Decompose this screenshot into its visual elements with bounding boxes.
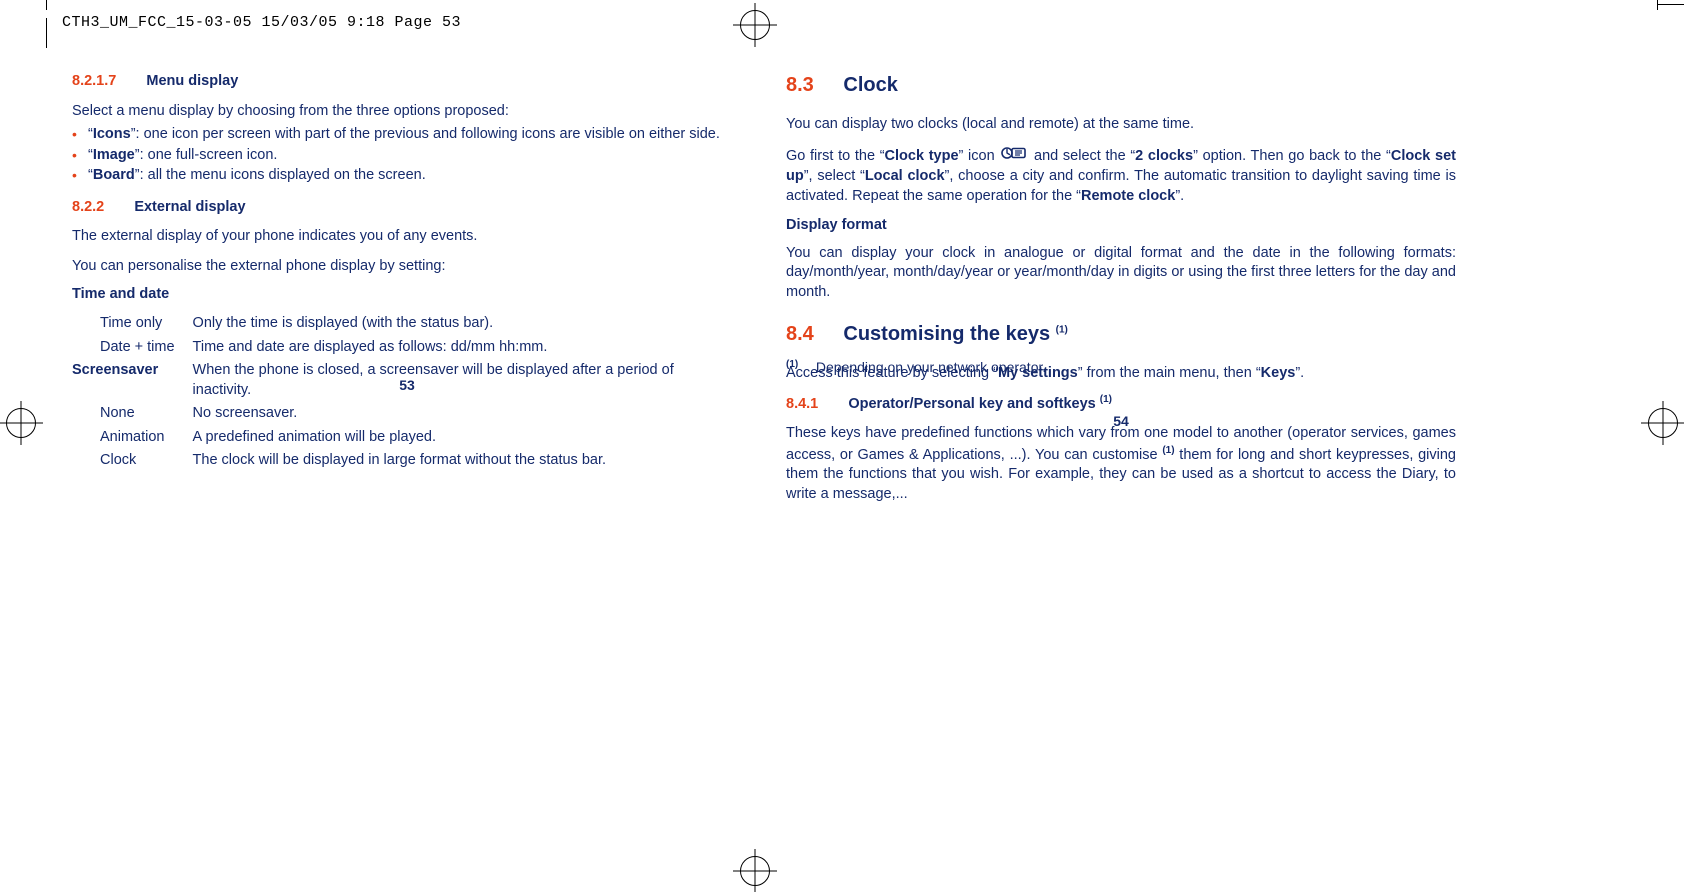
- page-right: 8.3 Clock You can display two clocks (lo…: [786, 72, 1456, 515]
- def-term: Animation: [72, 428, 193, 448]
- paragraph: Select a menu display by choosing from t…: [72, 102, 742, 122]
- registration-mark-icon: [740, 856, 770, 886]
- def-desc: No screensaver.: [193, 404, 742, 424]
- def-term: Clock: [72, 451, 193, 471]
- table-row: None No screensaver.: [72, 404, 742, 424]
- footnote-ref: (1): [1162, 445, 1174, 456]
- registration-mark-icon: [6, 408, 36, 438]
- section-title: Operator/Personal key and softkeys (1): [848, 396, 1112, 412]
- crop-mark: [46, 0, 47, 10]
- paragraph: These keys have predefined functions whi…: [786, 424, 1456, 504]
- bullet-icon: •: [72, 146, 88, 164]
- section-number: 8.3: [786, 74, 814, 96]
- table-row: Date + time Time and date are displayed …: [72, 338, 742, 358]
- def-desc: Only the time is displayed (with the sta…: [193, 314, 742, 334]
- bullet-text: “Board”: all the menu icons displayed on…: [88, 166, 426, 186]
- footnote-mark: (1): [786, 358, 812, 372]
- page-number-right: 54: [786, 412, 1456, 431]
- list-item: • “Image”: one full-screen icon.: [72, 146, 742, 166]
- def-term: None: [72, 404, 193, 424]
- print-slug: CTH3_UM_FCC_15-03-05 15/03/05 9:18 Page …: [62, 14, 461, 31]
- paragraph-clock-type: Go first to the “Clock type” icon and se…: [786, 145, 1456, 207]
- bullet-list: • “Icons”: one icon per screen with part…: [72, 125, 742, 186]
- section-number: 8.4.1: [786, 396, 818, 412]
- section-title: Clock: [843, 74, 897, 96]
- def-desc: Time and date are displayed as follows: …: [193, 338, 742, 358]
- table-row: Animation A predefined animation will be…: [72, 428, 742, 448]
- paragraph: You can display two clocks (local and re…: [786, 115, 1456, 135]
- footnote-ref: (1): [1100, 394, 1112, 405]
- heading-8-2-1-7: 8.2.1.7 Menu display: [72, 72, 742, 92]
- registration-mark-icon: [1648, 408, 1678, 438]
- page-number-left: 53: [72, 376, 742, 395]
- heading-8-4: 8.4 Customising the keys (1): [786, 321, 1456, 348]
- def-term: Date + time: [72, 338, 193, 358]
- table-row: Time only Only the time is displayed (wi…: [72, 314, 742, 334]
- bullet-icon: •: [72, 166, 88, 184]
- footnote-text: Depending on your network operator.: [816, 359, 1046, 375]
- def-desc: A predefined animation will be played.: [193, 428, 742, 448]
- clock-type-icon: [1001, 145, 1027, 168]
- heading-8-3: 8.3 Clock: [786, 72, 1456, 99]
- def-term: Time only: [72, 314, 193, 334]
- bullet-icon: •: [72, 125, 88, 143]
- paragraph: You can personalise the external phone d…: [72, 257, 742, 277]
- heading-8-2-2: 8.2.2 External display: [72, 198, 742, 218]
- crop-mark: [1657, 0, 1658, 10]
- page-left: 8.2.1.7 Menu display Select a menu displ…: [72, 72, 742, 479]
- paragraph: You can display your clock in analogue o…: [786, 244, 1456, 303]
- registration-mark-icon: [740, 10, 770, 40]
- bullet-text: “Image”: one full-screen icon.: [88, 146, 277, 166]
- section-title: Menu display: [146, 73, 238, 89]
- list-item: • “Icons”: one icon per screen with part…: [72, 125, 742, 145]
- section-number: 8.2.1.7: [72, 73, 116, 89]
- crop-mark: [46, 18, 47, 48]
- def-desc: The clock will be displayed in large for…: [193, 451, 742, 471]
- paragraph: The external display of your phone indic…: [72, 227, 742, 247]
- bullet-text: “Icons”: one icon per screen with part o…: [88, 125, 720, 145]
- sub-heading-time-and-date: Time and date: [72, 285, 742, 305]
- section-number: 8.2.2: [72, 199, 104, 215]
- footnote: (1) Depending on your network operator.: [786, 358, 1456, 377]
- crop-mark: [1658, 4, 1684, 5]
- section-title: External display: [134, 199, 245, 215]
- sub-heading-display-format: Display format: [786, 216, 1456, 236]
- table-row: Clock The clock will be displayed in lar…: [72, 451, 742, 471]
- list-item: • “Board”: all the menu icons displayed …: [72, 166, 742, 186]
- section-title: Customising the keys (1): [843, 323, 1068, 345]
- footnote-ref: (1): [1056, 324, 1068, 335]
- section-number: 8.4: [786, 323, 814, 345]
